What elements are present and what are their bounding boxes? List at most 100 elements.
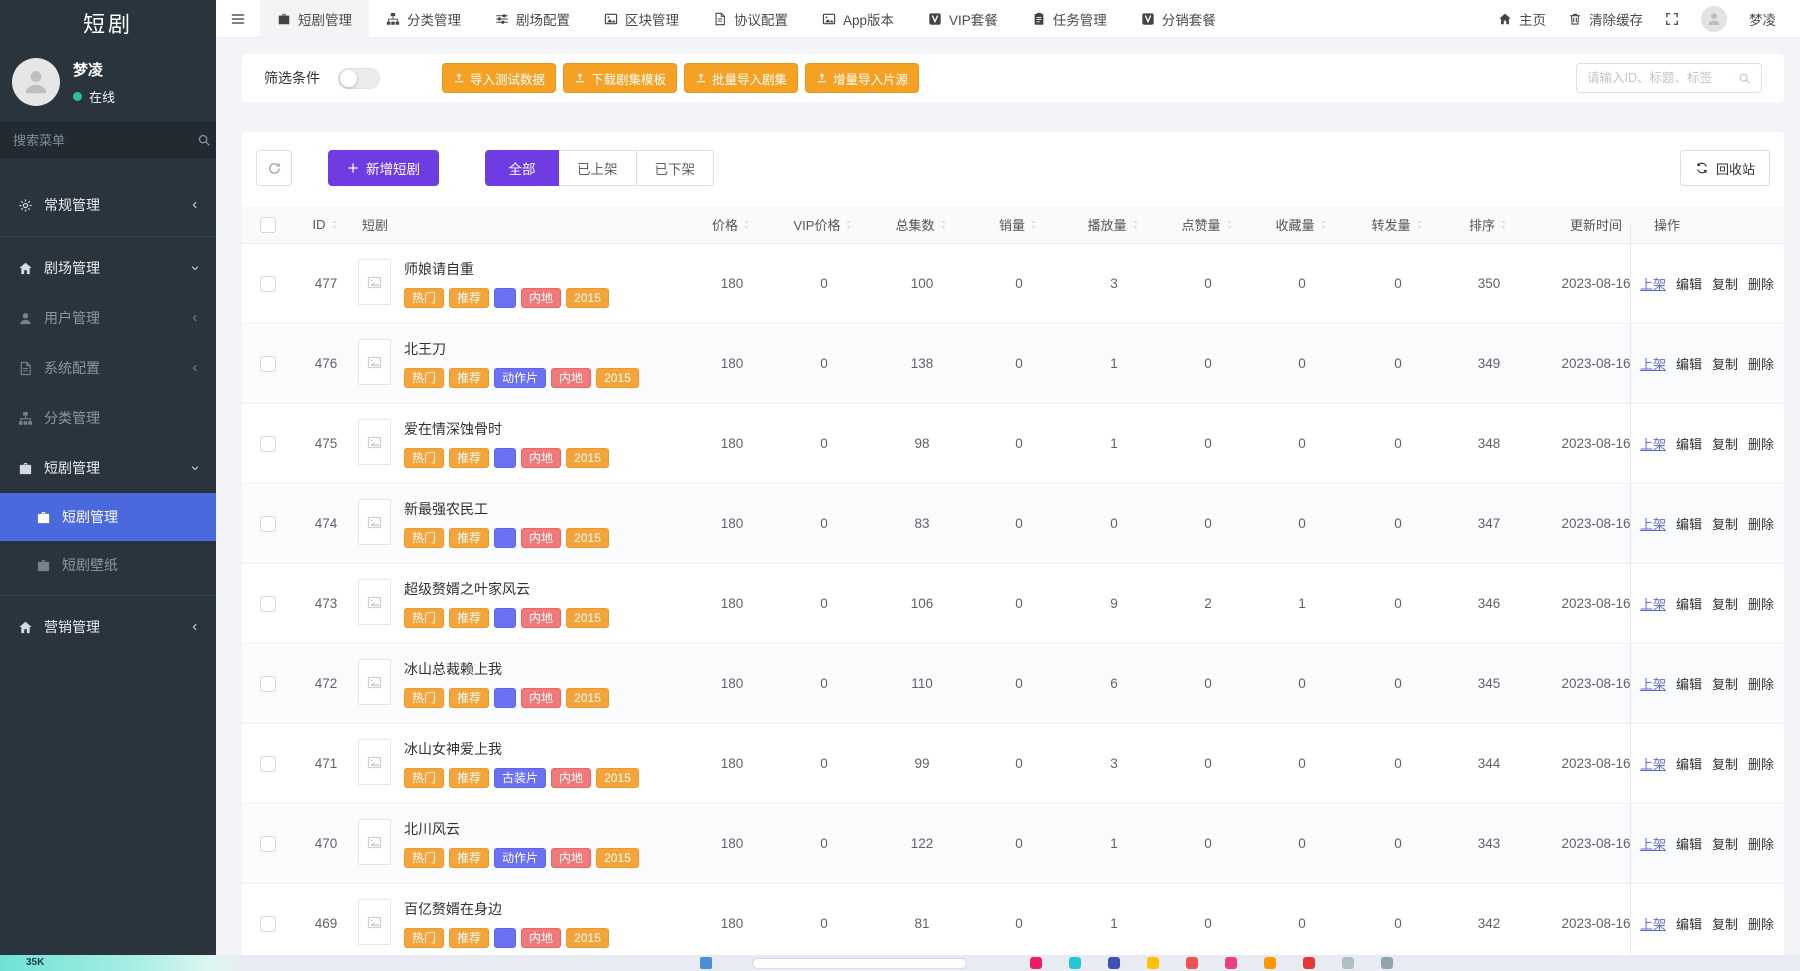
sidebar-item-general[interactable]: 常规管理 (0, 180, 216, 230)
cover-placeholder[interactable] (358, 419, 391, 465)
taskbar-search-box[interactable] (752, 958, 967, 969)
tab-drama[interactable]: 短剧管理 (260, 0, 369, 38)
op-delete-link[interactable]: 删除 (1748, 354, 1774, 373)
sidebar-item-users[interactable]: 用户管理 (0, 293, 216, 343)
op-delete-link[interactable]: 删除 (1748, 594, 1774, 613)
column-header-favs[interactable]: 收藏量 (1254, 215, 1350, 234)
cover-placeholder[interactable] (358, 819, 391, 865)
sidebar-item-category[interactable]: 分类管理 (0, 393, 216, 443)
tab-theater-config[interactable]: 剧场配置 (478, 0, 587, 38)
op-edit-link[interactable]: 编辑 (1676, 594, 1702, 613)
fullscreen-button[interactable] (1665, 12, 1679, 26)
op-copy-link[interactable]: 复制 (1712, 274, 1738, 293)
op-edit-link[interactable]: 编辑 (1676, 354, 1702, 373)
column-header-sales[interactable]: 销量 (972, 215, 1066, 234)
taskbar-start-icon[interactable] (700, 957, 712, 969)
select-all-checkbox[interactable] (260, 217, 276, 233)
sidebar-item-drama-wallpaper[interactable]: 短剧壁纸 (0, 541, 216, 589)
tab-category[interactable]: 分类管理 (369, 0, 478, 38)
topbar-username[interactable]: 梦凌 (1749, 9, 1776, 29)
op-delete-link[interactable]: 删除 (1748, 754, 1774, 773)
cover-placeholder[interactable] (358, 579, 391, 625)
taskbar-app-icon[interactable] (1108, 957, 1120, 969)
cover-placeholder[interactable] (358, 499, 391, 545)
topbar-avatar[interactable] (1701, 6, 1727, 32)
recycle-bin-button[interactable]: 回收站 (1680, 150, 1770, 186)
row-checkbox[interactable] (260, 756, 276, 772)
row-checkbox[interactable] (260, 356, 276, 372)
op-edit-link[interactable]: 编辑 (1676, 754, 1702, 773)
op-copy-link[interactable]: 复制 (1712, 434, 1738, 453)
sidebar-item-system-config[interactable]: 系统配置 (0, 343, 216, 393)
taskbar-app-icon[interactable] (1303, 957, 1315, 969)
row-checkbox[interactable] (260, 596, 276, 612)
sidebar-item-drama[interactable]: 短剧管理 (0, 443, 216, 493)
tab-app-version[interactable]: App版本 (805, 0, 911, 38)
taskbar-app-icon[interactable] (1147, 957, 1159, 969)
op-copy-link[interactable]: 复制 (1712, 594, 1738, 613)
column-header-plays[interactable]: 播放量 (1066, 215, 1162, 234)
column-header-price[interactable]: 价格 (688, 215, 776, 234)
filter-tab-on-shelf[interactable]: 已上架 (558, 150, 637, 186)
op-edit-link[interactable]: 编辑 (1676, 834, 1702, 853)
taskbar-app-icon[interactable] (1186, 957, 1198, 969)
cover-placeholder[interactable] (358, 259, 391, 305)
refresh-button[interactable] (256, 150, 292, 186)
add-drama-button[interactable]: 新增短剧 (328, 150, 439, 186)
row-checkbox[interactable] (260, 516, 276, 532)
op-delete-link[interactable]: 删除 (1748, 274, 1774, 293)
search-icon[interactable] (1738, 72, 1751, 85)
op-copy-link[interactable]: 复制 (1712, 514, 1738, 533)
tab-vip[interactable]: VIP套餐 (911, 0, 1015, 38)
op-edit-link[interactable]: 编辑 (1676, 434, 1702, 453)
incremental-import-source-button[interactable]: 增量导入片源 (805, 63, 919, 93)
import-test-data-button[interactable]: 导入测试数据 (442, 63, 556, 93)
tab-distribution[interactable]: 分销套餐 (1124, 0, 1233, 38)
op-copy-link[interactable]: 复制 (1712, 914, 1738, 933)
clear-cache-button[interactable]: 清除缓存 (1568, 9, 1643, 29)
taskbar-app-icon[interactable] (1225, 957, 1237, 969)
table-search-input[interactable] (1587, 71, 1730, 85)
row-checkbox[interactable] (260, 676, 276, 692)
batch-import-episodes-button[interactable]: 批量导入剧集 (684, 63, 798, 93)
filter-tab-off-shelf[interactable]: 已下架 (636, 150, 715, 186)
tab-block[interactable]: 区块管理 (587, 0, 696, 38)
tab-task[interactable]: 任务管理 (1015, 0, 1124, 38)
op-edit-link[interactable]: 编辑 (1676, 274, 1702, 293)
row-checkbox[interactable] (260, 916, 276, 932)
download-episode-template-button[interactable]: 下载剧集模板 (563, 63, 677, 93)
op-copy-link[interactable]: 复制 (1712, 834, 1738, 853)
cover-placeholder[interactable] (358, 739, 391, 785)
op-delete-link[interactable]: 删除 (1748, 674, 1774, 693)
sidebar-item-theater[interactable]: 剧场管理 (0, 243, 216, 293)
filter-toggle[interactable] (338, 68, 380, 89)
row-checkbox[interactable] (260, 276, 276, 292)
column-header-sort[interactable]: 排序 (1446, 215, 1532, 234)
menu-toggle-button[interactable] (216, 0, 260, 38)
tab-protocol[interactable]: 协议配置 (696, 0, 805, 38)
taskbar-app-icon[interactable] (1264, 957, 1276, 969)
taskbar-app-icon[interactable] (1342, 957, 1354, 969)
op-delete-link[interactable]: 删除 (1748, 834, 1774, 853)
sidebar-search-input[interactable] (13, 133, 189, 148)
op-copy-link[interactable]: 复制 (1712, 754, 1738, 773)
home-button[interactable]: 主页 (1498, 9, 1546, 29)
op-edit-link[interactable]: 编辑 (1676, 514, 1702, 533)
row-checkbox[interactable] (260, 836, 276, 852)
taskbar-app-icon[interactable] (1030, 957, 1042, 969)
column-header-eps[interactable]: 总集数 (872, 215, 972, 234)
filter-tab-all[interactable]: 全部 (485, 150, 559, 186)
column-header-shares[interactable]: 转发量 (1350, 215, 1446, 234)
sidebar-item-marketing[interactable]: 营销管理 (0, 602, 216, 652)
op-delete-link[interactable]: 删除 (1748, 434, 1774, 453)
row-checkbox[interactable] (260, 436, 276, 452)
taskbar-app-icon[interactable] (1381, 957, 1393, 969)
cover-placeholder[interactable] (358, 339, 391, 385)
op-edit-link[interactable]: 编辑 (1676, 674, 1702, 693)
sidebar-item-drama-manage[interactable]: 短剧管理 (0, 493, 216, 541)
search-icon[interactable] (197, 133, 211, 147)
op-copy-link[interactable]: 复制 (1712, 354, 1738, 373)
op-delete-link[interactable]: 删除 (1748, 914, 1774, 933)
column-header-likes[interactable]: 点赞量 (1162, 215, 1254, 234)
taskbar-app-icon[interactable] (1069, 957, 1081, 969)
